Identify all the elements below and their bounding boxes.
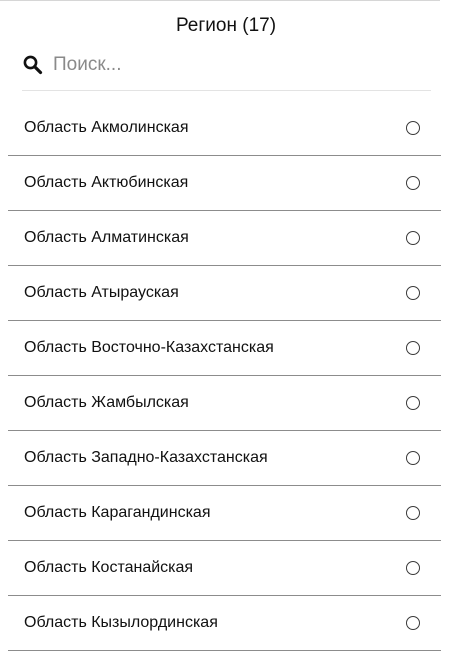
radio-button[interactable] bbox=[406, 341, 420, 355]
radio-button[interactable] bbox=[406, 451, 420, 465]
list-item[interactable]: Область Алматинская bbox=[8, 211, 441, 266]
region-label: Область Акмолинская bbox=[24, 119, 189, 136]
radio-button[interactable] bbox=[406, 396, 420, 410]
search-icon bbox=[22, 54, 44, 76]
radio-button[interactable] bbox=[406, 561, 420, 575]
list-item[interactable]: Область Западно-Казахстанская bbox=[8, 431, 441, 486]
list-item[interactable]: Область Актюбинская bbox=[8, 156, 441, 211]
region-label: Область Кызылординская bbox=[24, 614, 218, 631]
region-label: Область Атырауская bbox=[24, 284, 179, 301]
radio-button[interactable] bbox=[406, 506, 420, 520]
region-label: Область Жамбылская bbox=[24, 394, 189, 411]
list-item[interactable]: Область Восточно-Казахстанская bbox=[8, 321, 441, 376]
radio-button[interactable] bbox=[406, 121, 420, 135]
region-label: Область Восточно-Казахстанская bbox=[24, 339, 274, 356]
region-label: Область Карагандинская bbox=[24, 504, 211, 521]
radio-button[interactable] bbox=[406, 616, 420, 630]
region-label: Область Алматинская bbox=[24, 229, 189, 246]
list-item[interactable]: Область Акмолинская bbox=[8, 101, 441, 156]
search-bar[interactable] bbox=[22, 49, 432, 81]
top-divider bbox=[0, 0, 440, 1]
page-title: Регион (17) bbox=[175, 15, 277, 36]
list-item[interactable]: Область Жамбылская bbox=[8, 376, 441, 431]
region-list: Область Акмолинская Область Актюбинская … bbox=[8, 101, 441, 651]
region-label: Область Западно-Казахстанская bbox=[24, 449, 268, 466]
list-item[interactable]: Область Костанайская bbox=[8, 541, 441, 596]
radio-button[interactable] bbox=[406, 176, 420, 190]
list-item[interactable]: Область Карагандинская bbox=[8, 486, 441, 541]
list-item[interactable]: Область Атырауская bbox=[8, 266, 441, 321]
search-underline bbox=[22, 90, 431, 91]
radio-button[interactable] bbox=[406, 286, 420, 300]
region-label: Область Актюбинская bbox=[24, 174, 189, 191]
region-label: Область Костанайская bbox=[24, 559, 194, 576]
list-item[interactable]: Область Кызылординская bbox=[8, 596, 441, 651]
search-input[interactable] bbox=[53, 51, 413, 79]
radio-button[interactable] bbox=[406, 231, 420, 245]
